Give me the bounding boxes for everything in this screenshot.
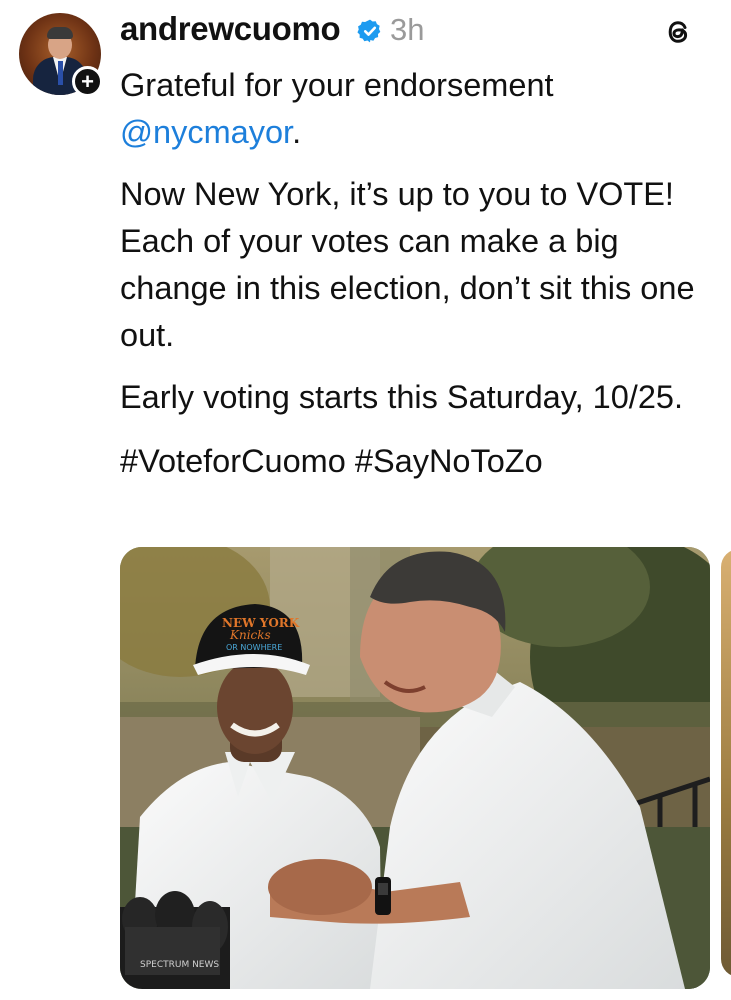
- threads-logo-icon[interactable]: [663, 16, 695, 48]
- post-paragraph-1: Grateful for your endorsement @nycmayor.: [120, 62, 720, 156]
- post-paragraph-2: Now New York, it’s up to you to VOTE! Ea…: [120, 176, 695, 353]
- follow-plus-icon[interactable]: +: [72, 66, 103, 97]
- post-text: Grateful for your endorsement @nycmayor. …: [120, 62, 720, 485]
- avatar-hair: [47, 27, 73, 39]
- hashtags[interactable]: #VoteforCuomo #SayNoToZo: [120, 438, 720, 485]
- post-line-1: Grateful for your endorsement: [120, 67, 554, 103]
- avatar-tie: [58, 61, 63, 85]
- photo-illustration: NEW YORK Knicks OR NOWHERE SPECTRUM NEWS: [120, 547, 710, 989]
- cap-text-3: OR NOWHERE: [226, 643, 282, 652]
- next-photo-preview[interactable]: [721, 549, 731, 977]
- verified-badge-icon: [357, 19, 381, 43]
- mic-label: SPECTRUM NEWS: [140, 960, 219, 970]
- mention-link[interactable]: @nycmayor: [120, 114, 292, 150]
- post-paragraph-3: Early voting starts this Saturday, 10/25…: [120, 379, 684, 415]
- cap-text-2: Knicks: [229, 628, 271, 642]
- mention-suffix: .: [292, 114, 302, 150]
- post-photo[interactable]: NEW YORK Knicks OR NOWHERE SPECTRUM NEWS: [120, 547, 710, 989]
- username[interactable]: andrewcuomo: [120, 10, 341, 48]
- post-timestamp: 3h: [390, 12, 425, 47]
